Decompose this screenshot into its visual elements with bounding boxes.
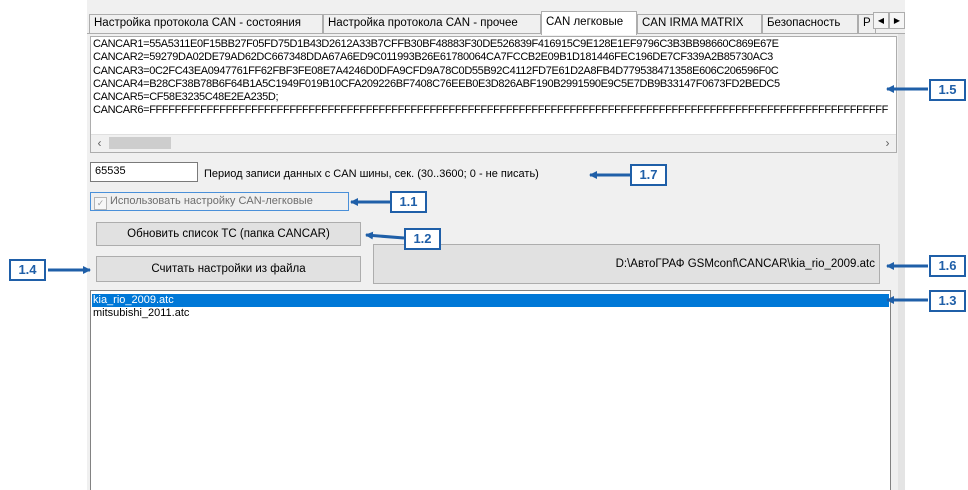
callout-1-1: 1.1: [390, 191, 427, 213]
tab-can-cars[interactable]: CAN легковые: [541, 11, 637, 35]
tab-can-states[interactable]: Настройка протокола CAN - состояния: [89, 14, 323, 33]
read-settings-from-file-button[interactable]: Считать настройки из файла: [96, 256, 361, 282]
code-line: CANCAR4=B28CF38B78B6F64B1A5C1949F019B10C…: [93, 77, 780, 90]
use-can-cars-checkbox[interactable]: ✓ Использовать настройку CAN-легковые: [90, 192, 349, 211]
tab-security[interactable]: Безопасность: [762, 14, 858, 33]
scroll-right-icon[interactable]: ›: [879, 135, 896, 152]
tab-can-irma-matrix[interactable]: CAN IRMA MATRIX: [637, 14, 762, 33]
triangle-right-icon: ▶: [893, 16, 901, 25]
callout-1-3: 1.3: [929, 290, 966, 312]
code-line: CANCAR1=55A5311E0F15BB27F05FD75D1B43D261…: [93, 38, 779, 50]
code-line: CANCAR6=FFFFFFFFFFFFFFFFFFFFFFFFFFFFFFFF…: [93, 104, 889, 117]
checkbox-label: Использовать настройку CAN-легковые: [110, 195, 313, 207]
scroll-left-icon[interactable]: ‹: [91, 135, 108, 152]
right-gutter: [898, 34, 905, 490]
code-line: CANCAR3=0C2FC43EA0947761FF62FBF3FE08E7A4…: [93, 64, 779, 77]
code-lines: CANCAR1=55A5311E0F15BB27F05FD75D1B43D261…: [93, 38, 896, 130]
tab-scroll-left-button[interactable]: ◀: [873, 12, 889, 29]
code-line: CANCAR5=CF58E3235C48E2EA235D;: [93, 91, 279, 104]
tab-scroll-right-button[interactable]: ▶: [889, 12, 905, 29]
checkmark-icon[interactable]: ✓: [94, 197, 107, 210]
period-input[interactable]: 65535: [90, 162, 198, 182]
tab-can-other[interactable]: Настройка протокола CAN - прочее: [323, 14, 541, 33]
tab-strip: Настройка протокола CAN - состояния Наст…: [87, 0, 905, 35]
list-item[interactable]: kia_rio_2009.atc: [92, 294, 889, 307]
update-vehicle-list-button[interactable]: Обновить список ТС (папка CANCAR): [96, 222, 361, 246]
scroll-thumb[interactable]: [109, 137, 171, 149]
can-settings-window: Настройка протокола CAN - состояния Наст…: [87, 0, 905, 490]
list-item[interactable]: mitsubishi_2011.atc: [92, 307, 889, 320]
cancar-code-textarea[interactable]: CANCAR1=55A5311E0F15BB27F05FD75D1B43D261…: [90, 36, 897, 153]
callout-1-4: 1.4: [9, 259, 46, 281]
callout-1-2: 1.2: [404, 228, 441, 250]
triangle-left-icon: ◀: [877, 16, 885, 25]
callout-1-7: 1.7: [630, 164, 667, 186]
horizontal-scrollbar[interactable]: ‹ ›: [91, 134, 896, 152]
callout-1-6: 1.6: [929, 255, 966, 277]
tab-divider: [87, 33, 905, 34]
code-line: CANCAR2=59279DA02DE79AD62DC667348DDA67A6…: [93, 51, 773, 64]
period-label: Период записи данных с CAN шины, сек. (3…: [204, 168, 539, 180]
vehicle-file-list[interactable]: kia_rio_2009.atc mitsubishi_2011.atc: [90, 290, 891, 490]
file-path-button[interactable]: D:\АвтоГРАФ GSMconf\CANCAR\kia_rio_2009.…: [373, 244, 880, 284]
callout-1-5: 1.5: [929, 79, 966, 101]
